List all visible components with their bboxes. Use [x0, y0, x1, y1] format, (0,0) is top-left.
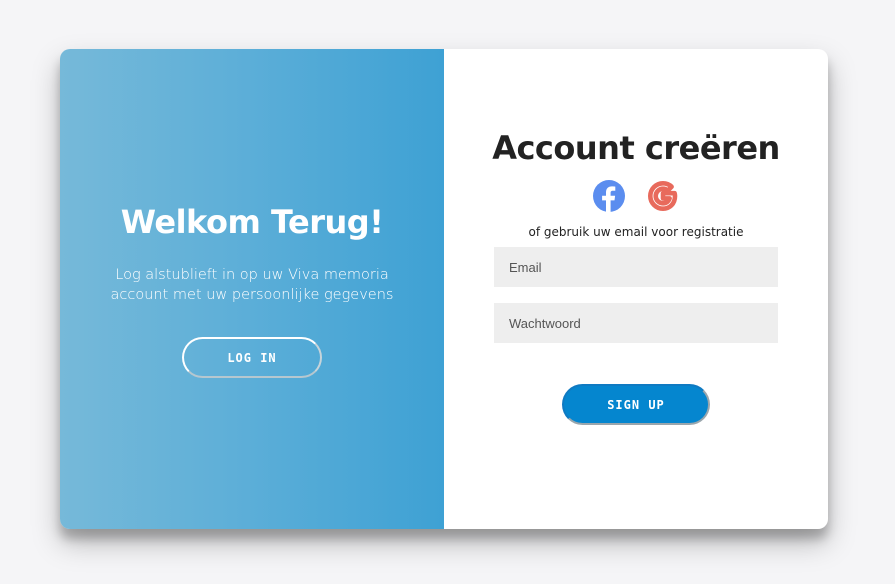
welcome-overlay-panel: Welkom Terug! Log alstublieft in op uw V…: [60, 49, 444, 529]
welcome-title: Welkom Terug!: [120, 203, 384, 241]
password-field[interactable]: [494, 303, 778, 343]
signup-subtext: of gebruik uw email voor registratie: [528, 225, 744, 239]
facebook-icon[interactable]: [592, 179, 626, 213]
email-field[interactable]: [494, 247, 778, 287]
social-login-row: [592, 179, 680, 213]
auth-card: Welkom Terug! Log alstublieft in op uw V…: [60, 49, 828, 529]
signup-button[interactable]: SIGN UP: [562, 384, 710, 425]
welcome-text: Log alstublieft in op uw Viva memoria ac…: [110, 267, 394, 303]
signup-form-panel: Account creëren of gebruik uw email voor…: [444, 49, 828, 529]
login-button[interactable]: LOG IN: [182, 337, 322, 378]
signup-title: Account creëren: [492, 129, 780, 167]
google-icon[interactable]: [646, 179, 680, 213]
